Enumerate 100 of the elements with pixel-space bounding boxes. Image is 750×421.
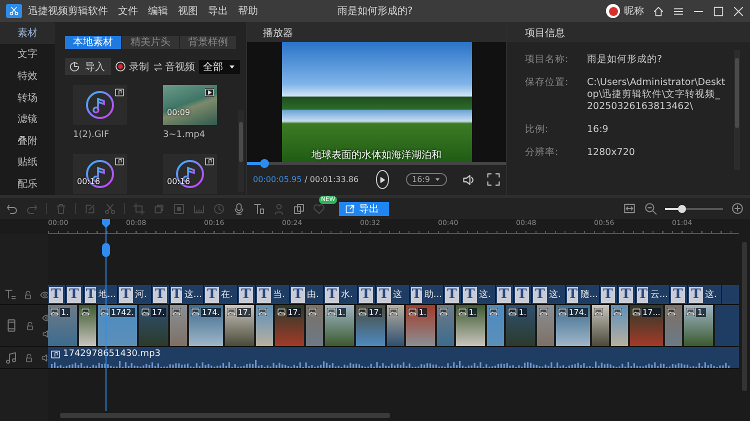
video-clip[interactable]: 1. [406,305,437,346]
image-icon [308,308,317,316]
progress-track[interactable] [247,162,506,165]
video-clip[interactable]: 1. [48,305,79,346]
text-clip[interactable]: T 这. [688,285,722,304]
video-clip[interactable]: 1. [456,305,487,346]
menu-item[interactable]: 帮助 [238,4,258,18]
fit-width-icon[interactable] [623,202,636,215]
sidebar-item[interactable]: 配乐 [0,173,55,195]
menu-item[interactable]: 视图 [178,4,198,18]
video-clip[interactable]: 1742. [98,305,139,346]
fullscreen-icon[interactable] [487,173,500,186]
video-clip[interactable] [170,305,189,346]
text-clip[interactable]: T [152,285,170,304]
text-clip[interactable]: T [48,285,66,304]
text-to-speech-icon[interactable] [253,202,265,214]
volume-icon[interactable] [462,172,476,186]
video-clip[interactable] [592,305,611,346]
video-clip[interactable]: 17. [224,305,256,346]
video-clip[interactable]: 17. [356,305,387,346]
avatar-icon[interactable] [606,4,620,18]
sidebar-item[interactable]: 素材 [0,22,55,44]
close-icon[interactable] [733,6,744,16]
text-clip[interactable]: T 这 [376,285,410,304]
export-button[interactable]: 导出 [339,202,389,216]
text-track-icon [5,289,16,300]
refresh-icon [69,61,80,72]
import-button[interactable]: 导入 [65,58,111,75]
video-clip[interactable] [79,305,98,346]
video-clip[interactable] [486,305,506,346]
user-name[interactable]: 昵称 [624,4,644,18]
video-clip[interactable] [610,305,630,346]
menu-item[interactable]: 编辑 [148,4,168,18]
scrollbar[interactable] [734,50,740,170]
video-clip[interactable]: 17. [274,305,306,346]
text-clip[interactable]: T [600,285,618,304]
video-clip[interactable]: 17... [630,305,666,346]
video-clip[interactable] [436,305,456,346]
sidebar-item[interactable]: 滤镜 [0,108,55,130]
video-clip[interactable]: 174. [556,305,592,346]
video-clip[interactable]: 174. [188,305,225,346]
text-clip[interactable]: T [66,285,84,304]
text-clip[interactable]: T 随... [566,285,600,304]
lock-icon[interactable] [23,290,33,300]
microphone-icon[interactable] [233,202,245,214]
text-clip[interactable]: T 河. [118,285,152,304]
sidebar-item[interactable]: 转场 [0,86,55,108]
scrollbar[interactable] [238,110,244,192]
zoom-in-icon[interactable] [731,202,744,215]
video-clip[interactable] [256,305,275,346]
video-clip[interactable] [386,305,406,346]
text-clip[interactable]: T 助... [410,285,444,304]
ratio-dropdown[interactable]: 16:9 [406,173,447,186]
sidebar-item[interactable]: 特效 [0,65,55,87]
filter-dropdown[interactable]: 全部 [199,60,240,74]
undo-icon[interactable] [6,202,18,214]
text-clip[interactable]: T 云... [636,285,670,304]
menu-item[interactable]: 文件 [118,4,138,18]
eye-icon[interactable] [40,290,50,300]
text-clip[interactable]: T [514,285,532,304]
media-tab[interactable]: 背景样例 [180,36,236,49]
media-tab[interactable]: 精美片头 [122,36,179,49]
speaker-icon[interactable] [41,352,51,362]
text-clip[interactable]: T 这. [532,285,566,304]
text-clip[interactable]: T [444,285,462,304]
heart-icon[interactable] [313,202,325,214]
sidebar-item[interactable]: 叠附 [0,130,55,152]
video-clip[interactable]: 1. [506,305,537,346]
text-clip[interactable]: T [618,285,636,304]
zoom-out-icon[interactable] [644,202,657,215]
text-clip[interactable]: T [670,285,688,304]
sidebar-item[interactable]: 文字 [0,44,55,66]
text-clip[interactable]: T [238,285,256,304]
maximize-icon[interactable] [713,6,724,16]
lock-icon[interactable] [25,320,35,330]
text-clip[interactable]: T [496,285,514,304]
menu-icon[interactable] [673,6,684,16]
audio-thumbnail[interactable] [73,85,127,125]
text-clip[interactable]: T 这. [462,285,496,304]
sidebar-item[interactable]: 贴纸 [0,152,55,174]
text-clip[interactable]: T 这... [170,285,204,304]
home-icon[interactable] [653,6,664,16]
text-clip[interactable]: T 当. [256,285,290,304]
media-tab[interactable]: 本地素材 [65,36,122,49]
video-clip[interactable] [306,305,325,346]
lock-icon[interactable] [24,352,34,362]
record-button[interactable]: 录制 [115,60,149,74]
text-clip[interactable]: T 水. [324,285,358,304]
layers-icon[interactable] [293,202,305,214]
text-clip[interactable]: T 在. [204,285,238,304]
text-clip[interactable]: T [358,285,376,304]
text-clip[interactable]: T 由. [290,285,324,304]
play-button[interactable] [376,170,390,189]
video-clip[interactable] [536,305,556,346]
video-clip[interactable] [665,305,684,346]
menu-item[interactable]: 导出 [208,4,228,18]
video-clip[interactable]: 1. [684,305,716,346]
video-clip[interactable]: 17. [138,305,170,346]
zoom-handle[interactable] [678,204,686,212]
video-clip[interactable]: 1. [324,305,356,346]
